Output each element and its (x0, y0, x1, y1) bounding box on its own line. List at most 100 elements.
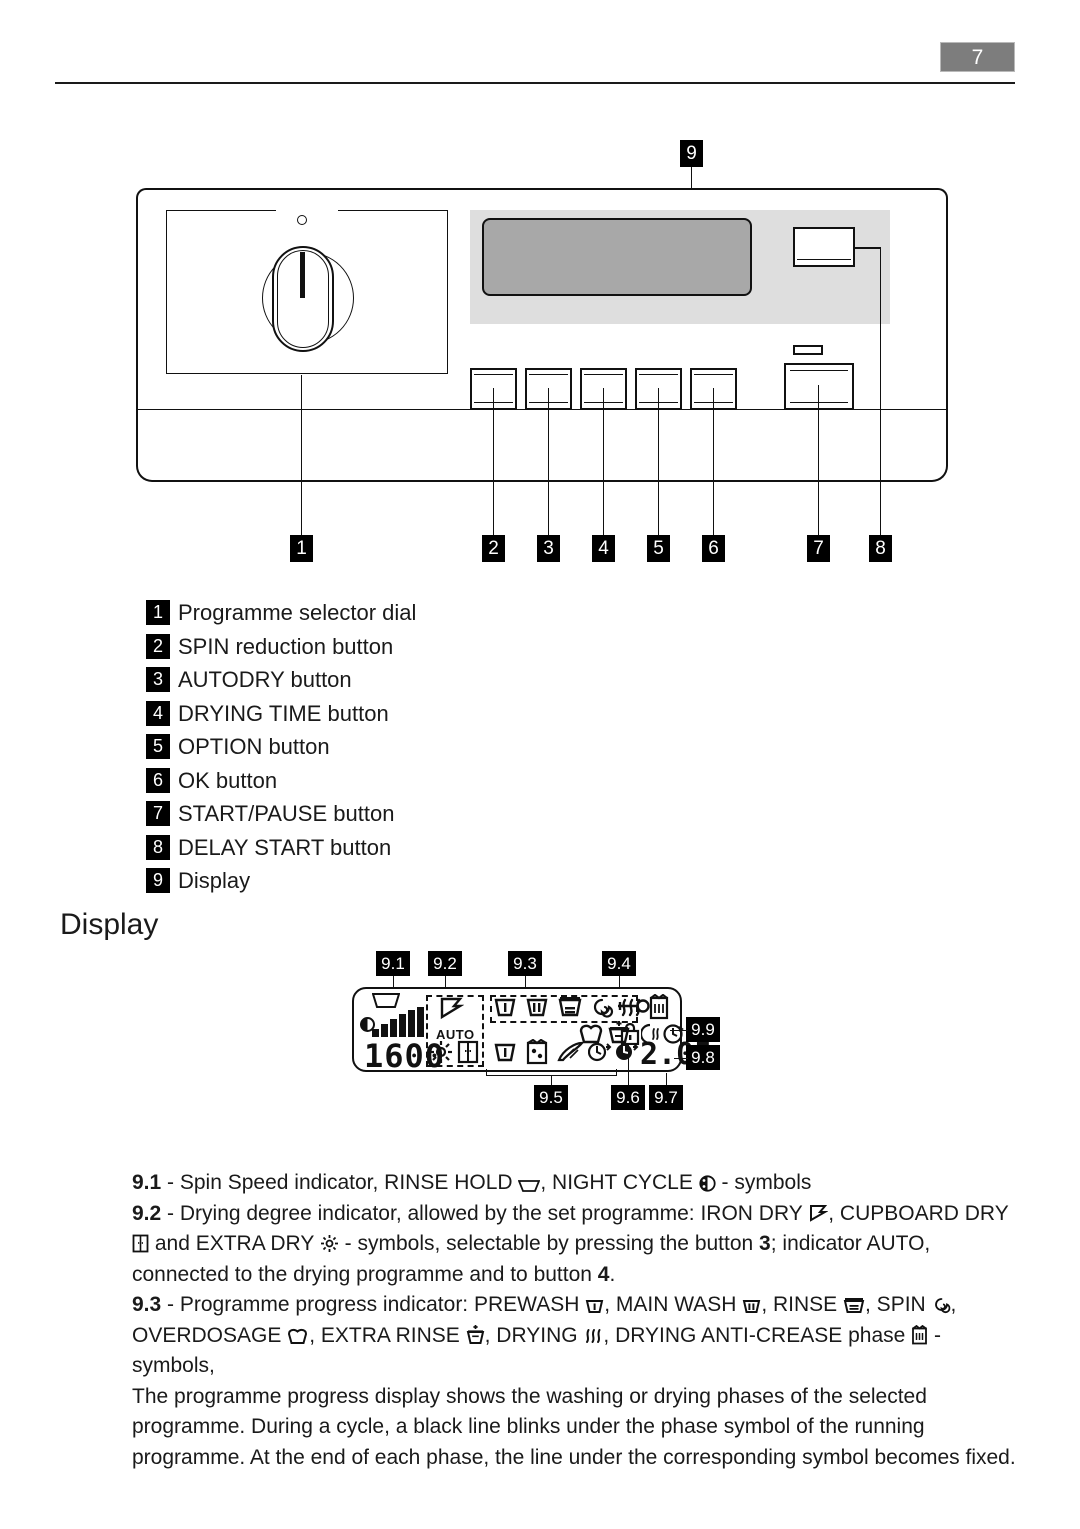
button-7-bottom-line (790, 402, 848, 403)
lcd-label-9-6: 9.6 (611, 1085, 645, 1110)
control-panel-figure: 9 1 2 3 4 5 6 7 8 (0, 120, 1080, 562)
lcd-tick-9-8 (674, 1058, 688, 1059)
night-cycle-inline-icon (699, 1175, 716, 1192)
start-pause-indicator-led (793, 345, 823, 355)
desc-9-2-button-ref-1: 3 (759, 1232, 771, 1255)
rinse-hold-inline-icon (518, 1180, 541, 1192)
description-9-2: 9.2 - Drying degree indicator, allowed b… (132, 1199, 1017, 1291)
spin-spiral-inline-icon (932, 1295, 951, 1314)
lcd-label-9-8: 9.8 (686, 1045, 720, 1070)
delay-start-button[interactable] (793, 227, 855, 267)
lcd-bracket-9-5-left (486, 1069, 487, 1076)
drying-waves-inline-icon (583, 1326, 603, 1345)
callout-7: 7 (807, 535, 830, 562)
callout-9: 9 (680, 140, 703, 167)
legend-item: 8 DELAY START button (146, 833, 646, 867)
page-header: 7 (0, 0, 1080, 95)
spin-speed-bars (372, 1007, 424, 1037)
desc-9-2-part2: , CUPBOARD DRY (828, 1201, 1009, 1225)
display-section-heading: Display (60, 908, 159, 941)
leader-line-6 (713, 388, 714, 535)
desc-9-1-part2: , NIGHT CYCLE (540, 1171, 693, 1194)
leader-line-8 (880, 248, 881, 535)
prewash-option-icon (493, 1040, 517, 1064)
lcd-label-9-5: 9.5 (534, 1085, 568, 1110)
dial-pointer (300, 252, 305, 298)
cupboard-dry-inline-icon (132, 1234, 149, 1253)
header-divider (55, 82, 1015, 84)
leader-line-2 (493, 388, 494, 535)
callout-6: 6 (702, 535, 725, 562)
button-2-top-line (474, 374, 513, 375)
button-4-top-line (584, 374, 623, 375)
legend-number: 4 (146, 700, 170, 726)
legend-label: DELAY START button (178, 834, 392, 860)
desc-9-3-part7: , DRYING (484, 1323, 578, 1347)
lcd-label-9-7: 9.7 (649, 1085, 683, 1110)
legend-item: 2 SPIN reduction button (146, 632, 646, 666)
extra-dry-sun-icon (429, 1040, 453, 1064)
console-body-lower (136, 410, 948, 482)
desc-9-3-num: 9.3 (132, 1293, 162, 1316)
legend-number: 2 (146, 633, 170, 659)
cupboard-dry-icon (456, 1040, 480, 1064)
drying-anti-crease-inline-icon (911, 1324, 928, 1345)
desc-9-3-part1: - Programme progress indicator: PREWASH (161, 1293, 580, 1316)
extra-rinse-inline-icon (466, 1324, 485, 1345)
key-icon (616, 997, 650, 1015)
leader-line-4 (603, 388, 604, 535)
main-wash-inline-icon (742, 1297, 761, 1314)
iron-dry-inline-icon (808, 1203, 829, 1223)
desc-9-2-part1: - Drying degree indicator, allowed by th… (161, 1201, 803, 1225)
legend-label: OK button (178, 767, 278, 793)
desc-9-2-part3: and EXTRA DRY (149, 1232, 314, 1255)
leader-line-3 (548, 388, 549, 535)
spin-spiral-icon (590, 995, 614, 1019)
lcd-display-figure: 9.1 9.2 9.3 9.4 1600 AUTO 2.05 9.9 9.8 9… (330, 945, 750, 1115)
desc-9-1-part3: - symbols (715, 1171, 812, 1194)
legend-label: START/PAUSE button (178, 801, 395, 826)
display-screen (482, 218, 752, 296)
legend-label: Display (178, 868, 251, 893)
legend-list: 1 Programme selector dial 2 SPIN reducti… (146, 598, 646, 900)
rinse-hold-basin-icon (372, 993, 400, 1008)
leader-line-7 (818, 385, 819, 535)
legend-label: AUTODRY button (178, 667, 352, 692)
legend-item: 3 AUTODRY button (146, 665, 646, 699)
callout-5: 5 (647, 535, 670, 562)
lcd-tick-9-6 (628, 1045, 629, 1087)
desc-9-1-part1: - Spin Speed indicator, RINSE HOLD (161, 1171, 513, 1194)
legend-number: 9 (146, 868, 170, 893)
legend-item: 9 Display (146, 866, 646, 900)
rinse-inline-icon (843, 1296, 865, 1314)
legend-label: SPIN reduction button (178, 633, 394, 659)
extra-dry-sun-inline-icon (320, 1234, 339, 1253)
description-9-1: 9.1 - Spin Speed indicator, RINSE HOLD ,… (132, 1168, 1017, 1199)
legend-item: 4 DRYING TIME button (146, 699, 646, 733)
lcd-label-9-1: 9.1 (376, 951, 410, 976)
easy-iron-feather-icon (557, 1041, 585, 1063)
leader-line-1 (301, 375, 302, 535)
prewash-inline-icon (585, 1297, 604, 1314)
button-5-top-line (639, 374, 678, 375)
overdosage-inline-icon (287, 1328, 309, 1345)
legend-item: 7 START/PAUSE button (146, 799, 646, 833)
legend-label: OPTION button (178, 734, 330, 759)
desc-9-2-num: 9.2 (132, 1201, 162, 1225)
legend-number: 1 (146, 600, 170, 625)
legend-item: 6 OK button (146, 766, 646, 800)
delay-start-button-line (797, 259, 851, 260)
button-3-top-line (529, 374, 568, 375)
leader-line-5 (658, 388, 659, 535)
callout-3: 3 (537, 535, 560, 562)
desc-9-3-part6: , EXTRA RINSE (309, 1323, 460, 1347)
description-9-4-paragraph: The programme progress display shows the… (132, 1384, 1016, 1469)
legend-number: 5 (146, 734, 170, 759)
display-descriptions: 9.1 - Spin Speed indicator, RINSE HOLD ,… (132, 1168, 1017, 1473)
lcd-label-9-9: 9.9 (686, 1017, 720, 1042)
stain-shirt-icon (525, 1039, 549, 1065)
drying-anti-crease-icon (648, 994, 670, 1020)
main-wash-icon (525, 995, 549, 1019)
desc-9-3-part3: , RINSE (761, 1293, 838, 1316)
dial-indicator-led (297, 215, 307, 225)
